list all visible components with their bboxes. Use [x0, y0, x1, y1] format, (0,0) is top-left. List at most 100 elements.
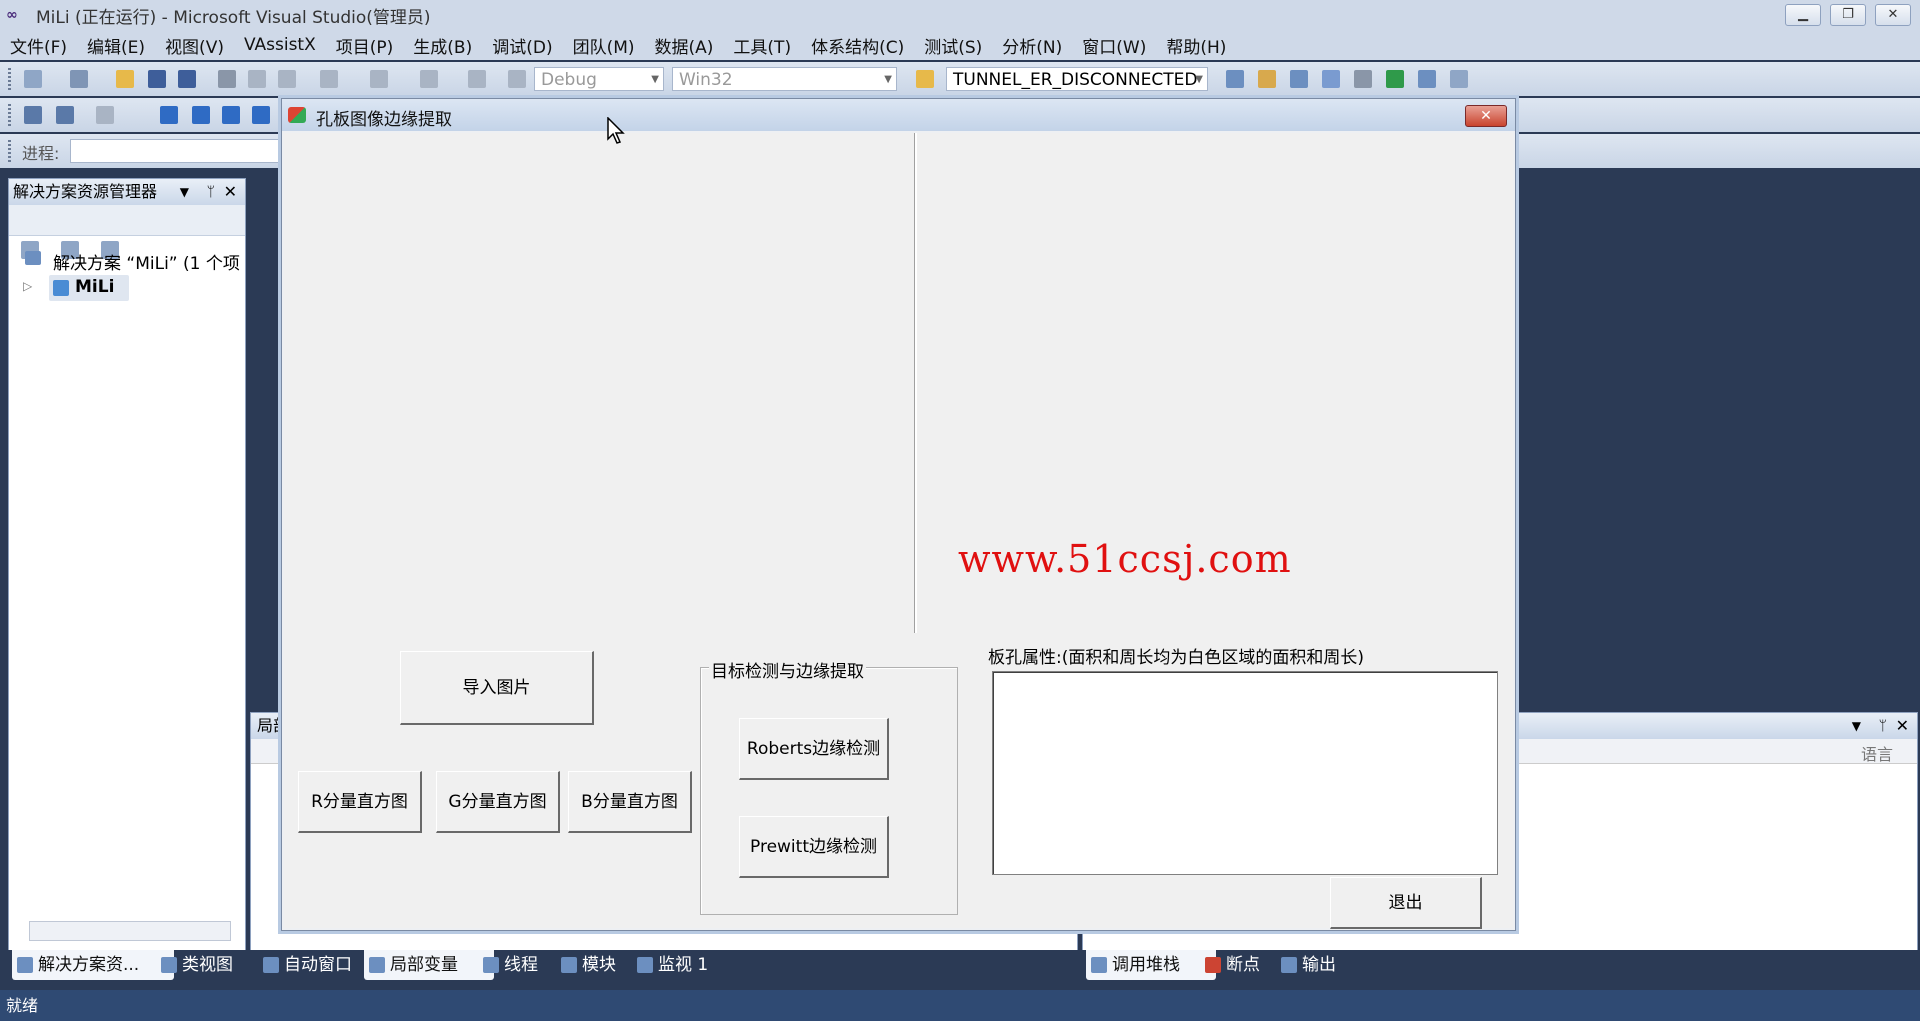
- menu-help[interactable]: 帮助(H): [1156, 33, 1236, 58]
- standard-toolbar: Debug ▼ Win32 ▼ TUNNEL_ER_DISCONNECTED ▼: [0, 62, 1920, 96]
- stop-icon[interactable]: [222, 106, 240, 124]
- menu-architecture[interactable]: 体系结构(C): [801, 33, 914, 58]
- callstack-dropdown-icon[interactable]: ▼: [1852, 713, 1861, 739]
- save-all-icon[interactable]: [178, 70, 196, 88]
- new-project-icon[interactable]: [24, 70, 42, 88]
- class-view-tab-icon: [161, 957, 177, 973]
- redo-icon[interactable]: [370, 70, 388, 88]
- dialog-close-button[interactable]: ✕: [1465, 105, 1507, 127]
- paste-icon[interactable]: [278, 70, 296, 88]
- config-value: Debug: [541, 70, 597, 90]
- import-image-button[interactable]: 导入图片: [400, 651, 594, 725]
- image-divider: [914, 133, 917, 633]
- toolbar-grip-3[interactable]: [8, 140, 11, 162]
- find-combo-value: TUNNEL_ER_DISCONNECTED: [953, 70, 1198, 90]
- restore-button[interactable]: ❐: [1830, 4, 1866, 26]
- find-combo[interactable]: TUNNEL_ER_DISCONNECTED ▼: [946, 67, 1208, 91]
- dialog-title-bar[interactable]: 孔板图像边缘提取 ✕: [282, 99, 1515, 131]
- menu-tools[interactable]: 工具(T): [723, 33, 801, 58]
- roberts-edge-button[interactable]: Roberts边缘检测: [739, 718, 889, 780]
- b-histogram-button[interactable]: B分量直方图: [568, 771, 692, 833]
- panel-close-icon[interactable]: ✕: [224, 179, 237, 205]
- tab-threads[interactable]: 线程: [478, 950, 538, 980]
- copy-icon[interactable]: [248, 70, 266, 88]
- r-histogram-button[interactable]: R分量直方图: [298, 771, 422, 833]
- callstack-pin-icon[interactable]: ᛘ: [1879, 713, 1887, 739]
- platform-select[interactable]: Win32 ▼: [672, 67, 897, 91]
- menu-vassistx[interactable]: VAssistX: [234, 35, 326, 55]
- tab-locals[interactable]: 局部变量: [364, 950, 494, 980]
- menu-data[interactable]: 数据(A): [645, 33, 724, 58]
- cut-icon[interactable]: [218, 70, 236, 88]
- menu-debug[interactable]: 调试(D): [482, 33, 562, 58]
- pin-icon[interactable]: ᛘ: [207, 179, 215, 205]
- save-icon[interactable]: [148, 70, 166, 88]
- undo-icon[interactable]: [320, 70, 338, 88]
- detection-groupbox: 目标检测与边缘提取 Roberts边缘检测 Prewitt边缘检测: [700, 657, 958, 915]
- horizontal-scrollbar[interactable]: [29, 921, 231, 941]
- solution-icon: [25, 251, 41, 265]
- menu-test[interactable]: 测试(S): [914, 33, 992, 58]
- tab-watch-1[interactable]: 监视 1: [632, 950, 708, 980]
- minimize-button[interactable]: ▁: [1785, 4, 1821, 26]
- project-item-highlight[interactable]: MiLi: [49, 275, 129, 301]
- exit-button[interactable]: 退出: [1330, 877, 1482, 929]
- plate-properties-output[interactable]: [992, 671, 1498, 875]
- process-select[interactable]: [70, 139, 280, 163]
- menu-project[interactable]: 项目(P): [326, 33, 404, 58]
- start-page-icon[interactable]: [1386, 70, 1404, 88]
- expand-arrow-icon[interactable]: ▷: [23, 279, 32, 293]
- prewitt-edge-button[interactable]: Prewitt边缘检测: [739, 816, 889, 878]
- menu-view[interactable]: 视图(V): [155, 33, 234, 58]
- tab-label: 解决方案资...: [38, 955, 140, 975]
- detection-group-title: 目标检测与边缘提取: [709, 657, 866, 682]
- start-debug-icon[interactable]: [508, 70, 526, 88]
- menu-bar: 文件(F) 编辑(E) 视图(V) VAssistX 项目(P) 生成(B) 调…: [0, 30, 1920, 60]
- open-file-icon[interactable]: [116, 70, 134, 88]
- class-view-icon[interactable]: [1418, 70, 1436, 88]
- project-icon: [53, 280, 69, 296]
- process-label: 进程:: [22, 144, 60, 163]
- solution-config-select[interactable]: Debug ▼: [534, 67, 664, 91]
- g-histogram-button[interactable]: G分量直方图: [436, 771, 560, 833]
- debug-window-icon[interactable]: [24, 106, 42, 124]
- callstack-close-icon[interactable]: ✕: [1896, 713, 1909, 739]
- menu-analyze[interactable]: 分析(N): [992, 33, 1072, 58]
- debug-window-2-icon[interactable]: [56, 106, 74, 124]
- navigate-back-icon[interactable]: [420, 70, 438, 88]
- tab-modules[interactable]: 模块: [556, 950, 616, 980]
- toolbar-grip-2[interactable]: [8, 104, 11, 126]
- menu-build[interactable]: 生成(B): [403, 33, 482, 58]
- tab-solution-explorer[interactable]: 解决方案资...: [12, 950, 174, 980]
- object-browser-icon[interactable]: [1322, 70, 1340, 88]
- toolbox-icon[interactable]: [1354, 70, 1372, 88]
- restart-icon[interactable]: [252, 106, 270, 124]
- pause-icon[interactable]: [192, 106, 210, 124]
- threads-tab-icon: [483, 957, 499, 973]
- tab-autos[interactable]: 自动窗口: [258, 950, 352, 980]
- tab-call-stack[interactable]: 调用堆栈: [1086, 950, 1216, 980]
- find-in-files-icon[interactable]: [916, 70, 934, 88]
- disabled-tool-icon[interactable]: [96, 106, 114, 124]
- solution-explorer-icon[interactable]: [1258, 70, 1276, 88]
- tab-class-view[interactable]: 类视图: [156, 950, 233, 980]
- add-item-icon[interactable]: [70, 70, 88, 88]
- panel-dropdown-icon[interactable]: ▼: [180, 179, 189, 205]
- close-button[interactable]: ✕: [1875, 4, 1911, 26]
- solution-item[interactable]: 解决方案 “MiLi” (1 个项: [53, 249, 243, 274]
- menu-window[interactable]: 窗口(W): [1072, 33, 1156, 58]
- menu-team[interactable]: 团队(M): [563, 33, 645, 58]
- properties-icon[interactable]: [1290, 70, 1308, 88]
- solution-tab-icon: [17, 957, 33, 973]
- menu-file[interactable]: 文件(F): [0, 33, 77, 58]
- continue-icon[interactable]: [160, 106, 178, 124]
- tab-breakpoints[interactable]: 断点: [1200, 950, 1260, 980]
- command-window-icon[interactable]: [1450, 70, 1468, 88]
- navigate-forward-icon[interactable]: [468, 70, 486, 88]
- tab-output[interactable]: 输出: [1276, 950, 1336, 980]
- menu-edit[interactable]: 编辑(E): [77, 33, 155, 58]
- find-icon[interactable]: [1226, 70, 1244, 88]
- solution-explorer-header: 解决方案资源管理器 ▼ ᛘ ✕: [9, 179, 245, 205]
- toolbar-grip[interactable]: [8, 68, 11, 90]
- plate-properties-label: 板孔属性:(面积和周长均为白色区域的面积和周长): [988, 648, 1364, 668]
